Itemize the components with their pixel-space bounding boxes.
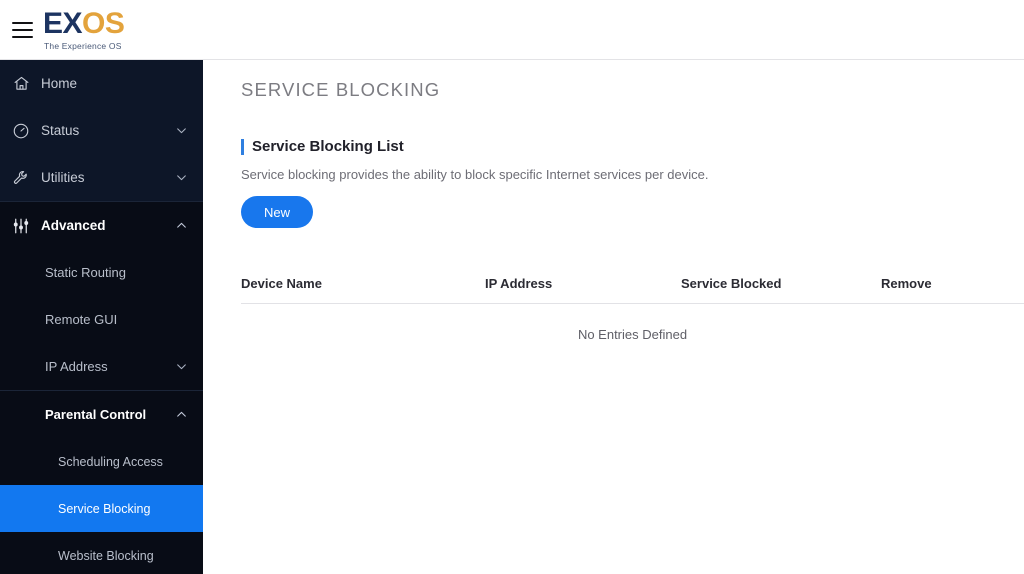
app-root: EXOS The Experience OS Home Status Utili… bbox=[0, 0, 1024, 574]
brand-logo[interactable]: EXOS The Experience OS bbox=[43, 6, 125, 51]
sidebar-item-label: Service Blocking bbox=[58, 501, 151, 516]
sidebar-item-ip-address[interactable]: IP Address bbox=[0, 343, 203, 390]
sidebar-item-service-blocking[interactable]: Service Blocking bbox=[0, 485, 203, 532]
service-blocking-table-wrapper: Device Name IP Address Service Blocked R… bbox=[241, 276, 1024, 342]
brand-logo-ex: EX bbox=[43, 6, 83, 40]
sidebar-group-parental-control: Parental Control Scheduling Access Servi… bbox=[0, 390, 203, 574]
sidebar-item-advanced[interactable]: Advanced bbox=[0, 202, 203, 249]
sidebar-navigation: Home Status Utilities Advanced Static Ro… bbox=[0, 60, 203, 574]
new-button[interactable]: New bbox=[241, 196, 313, 228]
column-header-device-name: Device Name bbox=[241, 276, 485, 304]
sidebar-item-label: Home bbox=[41, 76, 78, 91]
sidebar-item-label: Advanced bbox=[41, 218, 106, 233]
chevron-down-icon[interactable] bbox=[169, 124, 193, 137]
sidebar-item-website-blocking[interactable]: Website Blocking bbox=[0, 532, 203, 574]
column-header-ip-address: IP Address bbox=[485, 276, 681, 304]
main-content: SERVICE BLOCKING Service Blocking List S… bbox=[203, 60, 1024, 574]
sidebar-group-primary: Home Status Utilities bbox=[0, 60, 203, 201]
table-header-row: Device Name IP Address Service Blocked R… bbox=[241, 276, 1024, 304]
sidebar-item-label: Utilities bbox=[41, 170, 85, 185]
sidebar-item-label: IP Address bbox=[45, 359, 108, 374]
sidebar-item-label: Status bbox=[41, 123, 80, 138]
home-icon bbox=[10, 73, 32, 95]
table-body: No Entries Defined bbox=[241, 304, 1024, 342]
sidebar-item-static-routing[interactable]: Static Routing bbox=[0, 249, 203, 296]
sidebar-item-label: Remote GUI bbox=[45, 312, 118, 327]
hamburger-line bbox=[11, 35, 33, 38]
sliders-icon bbox=[10, 215, 32, 237]
section-description: Service blocking provides the ability to… bbox=[241, 167, 709, 182]
table-empty-row: No Entries Defined bbox=[241, 304, 1024, 342]
wrench-icon bbox=[10, 167, 32, 189]
section-title: Service Blocking List bbox=[252, 138, 404, 155]
hamburger-line bbox=[11, 28, 33, 31]
sidebar-item-scheduling-access[interactable]: Scheduling Access bbox=[0, 438, 203, 485]
sidebar-item-parental-control[interactable]: Parental Control bbox=[0, 391, 203, 438]
empty-state-message: No Entries Defined bbox=[577, 327, 688, 342]
chevron-down-icon[interactable] bbox=[169, 360, 193, 373]
page-title: SERVICE BLOCKING bbox=[241, 79, 441, 100]
section-header: Service Blocking List bbox=[241, 138, 1024, 155]
brand-logo-os: OS bbox=[82, 6, 125, 40]
gauge-icon bbox=[10, 120, 32, 142]
sidebar-item-label: Scheduling Access bbox=[58, 454, 163, 469]
sidebar-item-label: Website Blocking bbox=[58, 548, 154, 563]
sidebar-item-label: Parental Control bbox=[45, 407, 147, 422]
column-header-remove: Remove bbox=[881, 276, 1024, 304]
brand-wordmark: EXOS bbox=[43, 6, 125, 40]
top-header-bar: EXOS The Experience OS bbox=[0, 0, 1024, 60]
brand-tagline: The Experience OS bbox=[44, 40, 122, 51]
column-header-service-blocked: Service Blocked bbox=[681, 276, 881, 304]
sidebar-item-label: Static Routing bbox=[45, 265, 126, 280]
chevron-down-icon[interactable] bbox=[169, 171, 193, 184]
hamburger-menu-icon[interactable] bbox=[7, 15, 37, 45]
sidebar-item-utilities[interactable]: Utilities bbox=[0, 154, 203, 201]
sidebar-item-home[interactable]: Home bbox=[0, 60, 203, 107]
table-head: Device Name IP Address Service Blocked R… bbox=[241, 276, 1024, 304]
service-blocking-table: Device Name IP Address Service Blocked R… bbox=[241, 276, 1024, 342]
sidebar-group-advanced: Advanced Static Routing Remote GUI IP Ad… bbox=[0, 201, 203, 574]
chevron-up-icon[interactable] bbox=[169, 408, 193, 421]
section-accent-bar bbox=[241, 138, 244, 155]
sidebar-item-remote-gui[interactable]: Remote GUI bbox=[0, 296, 203, 343]
sidebar-item-status[interactable]: Status bbox=[0, 107, 203, 154]
chevron-up-icon[interactable] bbox=[169, 219, 193, 232]
hamburger-line bbox=[11, 21, 33, 24]
